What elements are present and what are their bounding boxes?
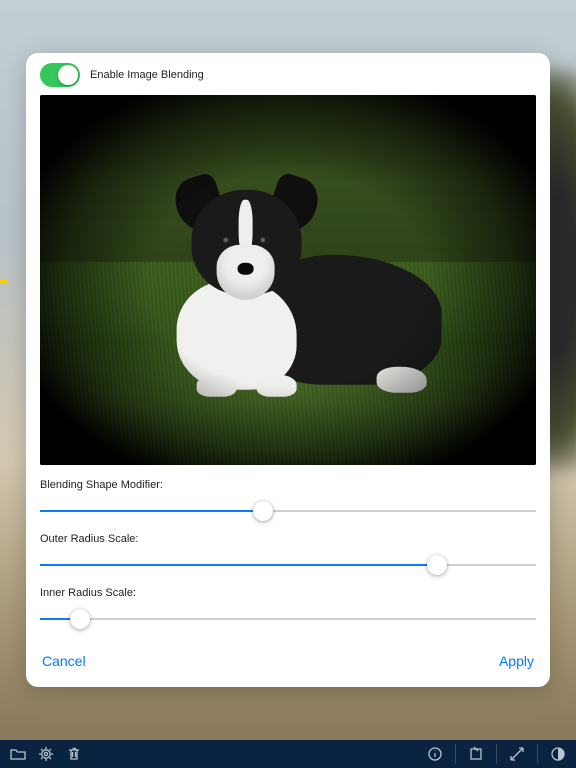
contrast-icon[interactable]	[550, 746, 566, 762]
image-blending-modal: Enable Image Blending Blending Shape Mod…	[26, 53, 550, 687]
background-accent	[0, 280, 8, 284]
info-icon[interactable]	[427, 746, 443, 762]
preview-subject	[122, 165, 442, 405]
folder-icon[interactable]	[10, 746, 26, 762]
toggle-knob	[58, 65, 78, 85]
apply-button[interactable]: Apply	[497, 649, 536, 673]
bottom-toolbar	[0, 740, 576, 768]
slider-controls: Blending Shape Modifier: Outer Radius Sc…	[40, 465, 536, 629]
modal-actions: Cancel Apply	[40, 641, 536, 673]
gear-icon[interactable]	[38, 746, 54, 762]
cancel-button[interactable]: Cancel	[40, 649, 88, 673]
blending-toggle[interactable]	[40, 63, 80, 87]
toolbar-divider	[496, 744, 497, 764]
outer-radius-label: Outer Radius Scale:	[40, 533, 536, 545]
crop-icon[interactable]	[468, 746, 484, 762]
shape-modifier-group: Blending Shape Modifier:	[40, 479, 536, 521]
image-preview	[40, 95, 536, 465]
blending-toggle-row: Enable Image Blending	[40, 63, 536, 95]
shape-modifier-label: Blending Shape Modifier:	[40, 479, 536, 491]
blending-toggle-label: Enable Image Blending	[90, 69, 204, 81]
inner-radius-label: Inner Radius Scale:	[40, 587, 536, 599]
expand-icon[interactable]	[509, 746, 525, 762]
shape-modifier-slider[interactable]	[40, 501, 536, 521]
outer-radius-slider[interactable]	[40, 555, 536, 575]
outer-radius-group: Outer Radius Scale:	[40, 533, 536, 575]
inner-radius-group: Inner Radius Scale:	[40, 587, 536, 629]
toolbar-divider	[537, 744, 538, 764]
trash-icon[interactable]	[66, 746, 82, 762]
toolbar-divider	[455, 744, 456, 764]
inner-radius-slider[interactable]	[40, 609, 536, 629]
